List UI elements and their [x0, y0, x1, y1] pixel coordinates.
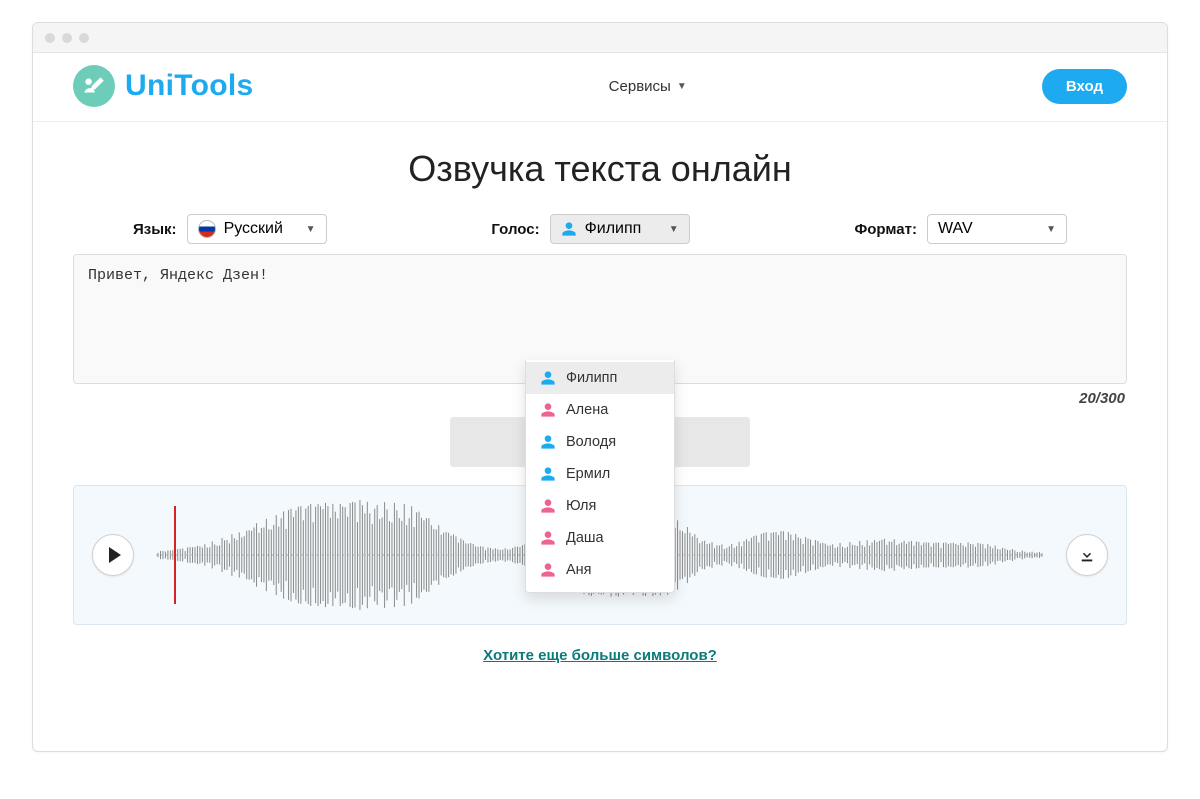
format-dropdown[interactable]: WAV ▼ — [927, 214, 1067, 244]
play-icon — [109, 547, 121, 563]
voice-option-label: Юля — [566, 498, 596, 514]
voice-dropdown[interactable]: Филипп ▼ — [550, 214, 690, 244]
more-characters-link[interactable]: Хотите еще больше символов? — [73, 647, 1127, 664]
voice-option[interactable]: Алена — [526, 394, 674, 426]
voice-option-label: Аня — [566, 562, 592, 578]
download-icon — [1078, 546, 1096, 564]
language-dropdown[interactable]: Русский ▼ — [187, 214, 327, 244]
voice-option[interactable]: Даша — [526, 522, 674, 554]
voice-option[interactable]: Юля — [526, 490, 674, 522]
window-minimize-icon[interactable] — [62, 33, 72, 43]
browser-titlebar — [33, 23, 1167, 53]
page-title: Озвучка текста онлайн — [73, 148, 1127, 190]
nav-services-dropdown[interactable]: Сервисы ▼ — [609, 78, 687, 95]
voice-option-label: Володя — [566, 434, 616, 450]
caret-down-icon: ▼ — [669, 224, 679, 235]
brand-logo-icon — [73, 65, 115, 107]
voice-option[interactable]: Филипп — [526, 362, 674, 394]
voice-option-label: Филипп — [566, 370, 617, 386]
voice-option-label: Даша — [566, 530, 604, 546]
window-close-icon[interactable] — [45, 33, 55, 43]
voice-value: Филипп — [585, 220, 642, 238]
voice-dropdown-menu: Филипп Алена Володя Ермил Юля Даша Аня — [525, 360, 675, 593]
person-icon — [540, 498, 556, 514]
brand-name: UniTools — [125, 69, 254, 103]
controls-row: Язык: Русский ▼ Голос: — [73, 214, 1127, 244]
caret-down-icon: ▼ — [677, 81, 687, 92]
person-icon — [540, 562, 556, 578]
person-icon — [540, 402, 556, 418]
person-icon — [561, 221, 577, 237]
language-value: Русский — [224, 220, 283, 238]
language-label: Язык: — [133, 221, 177, 238]
format-value: WAV — [938, 220, 973, 238]
site-header: UniTools Сервисы ▼ Вход — [33, 53, 1167, 122]
flag-ru-icon — [198, 220, 216, 238]
person-icon — [540, 530, 556, 546]
nav-services-label: Сервисы — [609, 78, 671, 95]
voice-option-label: Алена — [566, 402, 608, 418]
voice-control: Голос: Филипп ▼ — [491, 214, 689, 244]
voice-option[interactable]: Аня — [526, 554, 674, 586]
traffic-lights — [45, 33, 89, 43]
voice-label: Голос: — [491, 221, 539, 238]
browser-frame: UniTools Сервисы ▼ Вход Озвучка текста о… — [32, 22, 1168, 752]
person-icon — [540, 434, 556, 450]
caret-down-icon: ▼ — [1046, 224, 1056, 235]
play-button[interactable] — [92, 534, 134, 576]
voice-option-label: Ермил — [566, 466, 610, 482]
voice-option[interactable]: Володя — [526, 426, 674, 458]
caret-down-icon: ▼ — [306, 224, 316, 235]
download-button[interactable] — [1066, 534, 1108, 576]
playback-cursor[interactable] — [174, 506, 176, 604]
format-label: Формат: — [854, 221, 917, 238]
language-control: Язык: Русский ▼ — [133, 214, 327, 244]
login-button[interactable]: Вход — [1042, 69, 1127, 104]
person-icon — [540, 466, 556, 482]
brand[interactable]: UniTools — [73, 65, 254, 107]
voice-option[interactable]: Ермил — [526, 458, 674, 490]
format-control: Формат: WAV ▼ — [854, 214, 1067, 244]
person-icon — [540, 370, 556, 386]
window-maximize-icon[interactable] — [79, 33, 89, 43]
